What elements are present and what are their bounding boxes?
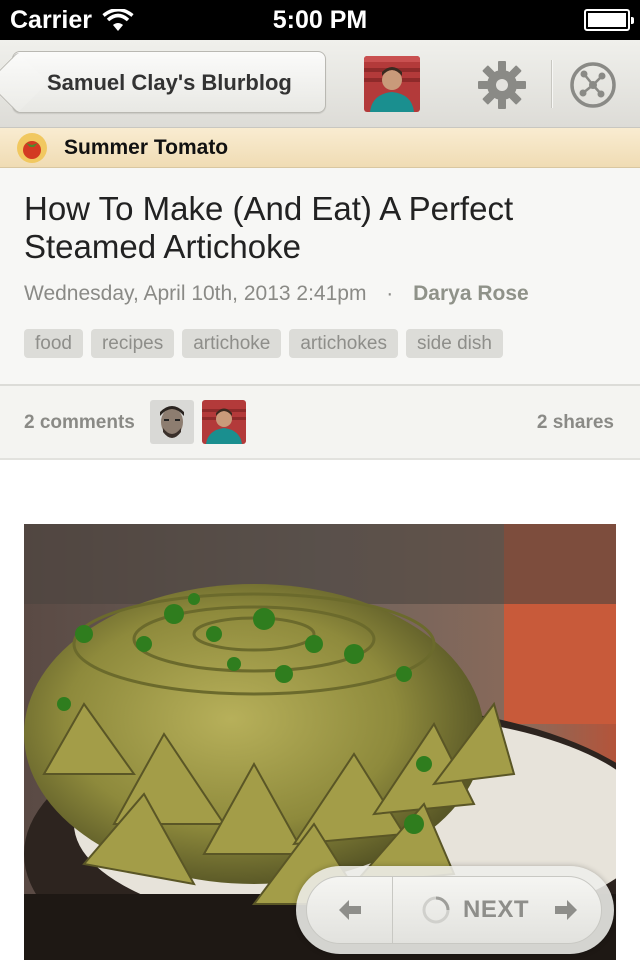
user-avatar[interactable] bbox=[364, 56, 420, 112]
traverse-buttons: NEXT bbox=[306, 876, 602, 944]
next-story-button[interactable]: NEXT bbox=[393, 877, 601, 943]
shares-count[interactable]: 2 shares bbox=[537, 386, 614, 460]
status-bar: Carrier 5:00 PM bbox=[0, 0, 640, 40]
tag-food[interactable]: food bbox=[24, 329, 83, 358]
tag-artichoke[interactable]: artichoke bbox=[182, 329, 282, 358]
previous-story-button[interactable] bbox=[307, 877, 393, 943]
comments-count[interactable]: 2 comments bbox=[24, 386, 135, 460]
feed-favicon-icon bbox=[17, 133, 47, 163]
tag-artichokes[interactable]: artichokes bbox=[289, 329, 398, 358]
arrow-right-icon bbox=[555, 900, 577, 920]
arrow-left-icon bbox=[339, 900, 361, 920]
compass-icon[interactable] bbox=[568, 60, 618, 110]
tag-side-dish[interactable]: side dish bbox=[405, 329, 503, 358]
commenter-avatar[interactable] bbox=[150, 400, 194, 444]
clock: 5:00 PM bbox=[272, 6, 368, 34]
back-button-label: Samuel Clay's Blurblog bbox=[47, 70, 292, 95]
commenter-avatar[interactable] bbox=[202, 400, 246, 444]
loading-spinner-icon bbox=[422, 896, 450, 924]
story-title: How To Make (And Eat) A Perfect Steamed … bbox=[24, 190, 514, 265]
story-author[interactable]: Darya Rose bbox=[413, 282, 529, 305]
comments-row[interactable]: 2 comments 2 shares bbox=[0, 386, 640, 460]
story-date: Wednesday, April 10th, 2013 2:41pm bbox=[24, 282, 367, 305]
battery-icon bbox=[584, 9, 634, 31]
tag-recipes[interactable]: recipes bbox=[90, 329, 175, 358]
feed-title: Summer Tomato bbox=[64, 136, 229, 159]
story-meta: Wednesday, April 10th, 2013 2:41pm · Dar… bbox=[24, 282, 529, 306]
story-tags: food recipes artichoke artichokes side d… bbox=[24, 329, 503, 358]
next-label: NEXT bbox=[463, 896, 530, 923]
navigation-bar: Samuel Clay's Blurblog bbox=[0, 40, 640, 128]
gear-icon[interactable] bbox=[475, 58, 529, 112]
nav-divider bbox=[551, 60, 552, 108]
feed-header[interactable]: Summer Tomato bbox=[0, 128, 640, 168]
back-button[interactable]: Samuel Clay's Blurblog bbox=[12, 51, 326, 113]
meta-separator: · bbox=[386, 282, 394, 305]
story-header: How To Make (And Eat) A Perfect Steamed … bbox=[0, 168, 640, 386]
story-traverse-bar: NEXT bbox=[296, 866, 614, 954]
